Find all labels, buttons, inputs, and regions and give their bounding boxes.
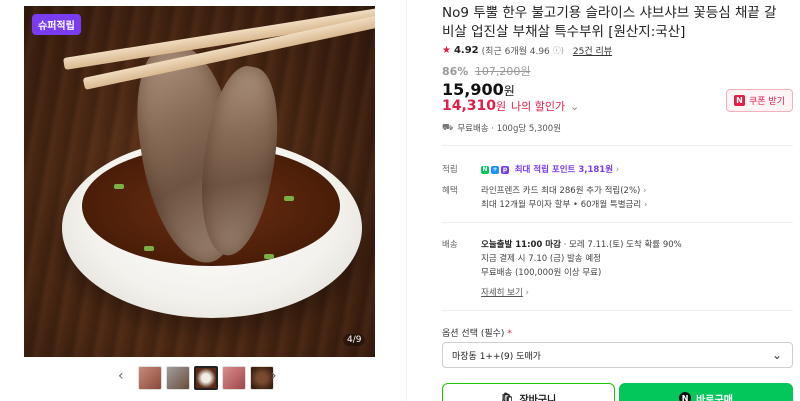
coupon-label: 쿠폰 받기 bbox=[749, 97, 785, 107]
thumbnail-4[interactable] bbox=[222, 366, 246, 390]
image-counter: 4/9 bbox=[343, 334, 366, 346]
option-label: 옵션 선택 (필수) * bbox=[442, 326, 512, 339]
shipping-label: 배송 bbox=[442, 240, 458, 250]
discount-row: 86% 107,200원 bbox=[442, 63, 530, 79]
truck-icon: ⛟ bbox=[442, 122, 454, 133]
star-icon: ★ bbox=[442, 45, 451, 56]
thumbnail-3[interactable] bbox=[194, 366, 218, 390]
chevron-right-icon: › bbox=[643, 200, 648, 210]
perk-card-row[interactable]: 라인프렌즈 카드 최대 286원 추가 적립(2%) › bbox=[481, 184, 646, 196]
option-label-text: 옵션 선택 (필수) bbox=[442, 329, 505, 339]
perk-card-text: 라인프렌즈 카드 최대 286원 추가 적립(2%) bbox=[481, 186, 641, 196]
delivery-text: 무료배송 · 100g당 5,300원 bbox=[457, 124, 562, 134]
naver-n-icon: N bbox=[734, 95, 745, 106]
next-arrow-icon[interactable]: › bbox=[271, 368, 277, 384]
shipping-details-link[interactable]: 자세히 보기 › bbox=[481, 286, 529, 298]
chevron-down-icon: ⌄ bbox=[570, 100, 580, 113]
garnish bbox=[144, 246, 154, 251]
chevron-down-icon: ⌄ bbox=[771, 348, 782, 362]
super-points-badge: 슈퍼적립 bbox=[32, 14, 81, 35]
my-price-label: 나의 할인가 bbox=[511, 100, 566, 113]
shipping-dispatch: 지금 결제 시 7.10 (금) 발송 예정 bbox=[481, 254, 601, 264]
product-page: 슈퍼적립 4/9 ‹ › No9 투뿔 한우 불고기용 슬라이스 샤브샤브 꽃등… bbox=[0, 0, 800, 401]
discount-rate: 86% bbox=[442, 65, 469, 78]
garnish bbox=[114, 184, 124, 189]
points-label: 적립 bbox=[442, 165, 458, 175]
info-icon[interactable]: ⓘ) bbox=[553, 45, 564, 56]
shipping-deadline: 오늘출발 11:00 마감 bbox=[481, 240, 561, 250]
points-row[interactable]: N + p 최대 적립 포인트 3,181원 › bbox=[481, 163, 619, 175]
npay-icon: N + p bbox=[481, 165, 509, 174]
option-select[interactable]: 마장동 1++(9) 도매가 ⌄ bbox=[442, 342, 793, 368]
product-main-image[interactable] bbox=[24, 6, 375, 357]
shipping-eta: 오늘출발 11:00 마감 · 모레 7.11.(토) 도착 확률 90% bbox=[481, 238, 682, 250]
original-price: 107,200원 bbox=[474, 65, 531, 78]
rating-row: ★ 4.92 (최근 6개월 4.96 ⓘ) 25건 리뷰 bbox=[442, 44, 612, 57]
product-title: No9 투뿔 한우 불고기용 슬라이스 샤브샤브 꽃등심 채끝 갈비살 업진살 … bbox=[442, 5, 777, 40]
rating-score: 4.92 bbox=[453, 45, 479, 56]
divider bbox=[442, 222, 793, 223]
points-text: 최대 적립 포인트 3,181원 bbox=[514, 165, 614, 175]
rating-note: (최근 6개월 4.96 bbox=[481, 47, 550, 57]
garnish bbox=[284, 196, 294, 201]
my-discount-price[interactable]: 14,310원 나의 할인가 ⌄ bbox=[442, 98, 579, 114]
my-price-value: 14,310 bbox=[442, 98, 497, 114]
buy-now-button[interactable]: N 바로구매 bbox=[619, 383, 793, 401]
price-unit: 원 bbox=[503, 84, 515, 98]
cart-button[interactable]: 🛍 장바구니 bbox=[442, 383, 615, 401]
shipping-free: 무료배송 (100,000원 이상 무료) bbox=[481, 268, 602, 278]
sale-price-value: 15,900 bbox=[442, 80, 504, 99]
buy-label: 바로구매 bbox=[696, 394, 733, 401]
review-link[interactable]: 25건 리뷰 bbox=[573, 44, 612, 57]
cart-label: 장바구니 bbox=[519, 394, 557, 401]
shipping-arrival: · 모레 7.11.(토) 도착 확률 90% bbox=[563, 240, 682, 250]
divider bbox=[442, 310, 793, 311]
my-price-unit: 원 bbox=[496, 100, 507, 113]
chevron-right-icon: › bbox=[615, 165, 620, 175]
delivery-info: ⛟ 무료배송 · 100g당 5,300원 bbox=[442, 122, 562, 135]
thumbnail-1[interactable] bbox=[138, 366, 162, 390]
option-selected-value: 마장동 1++(9) 도매가 bbox=[452, 351, 541, 362]
details-link-text: 자세히 보기 bbox=[481, 288, 523, 298]
perk-installment-text: 최대 12개월 무이자 할부 • 60개월 특별금리 bbox=[481, 200, 642, 210]
required-mark: * bbox=[507, 329, 512, 339]
divider bbox=[442, 145, 793, 146]
perks-label: 혜택 bbox=[442, 186, 458, 196]
column-divider bbox=[406, 0, 407, 401]
sale-price: 15,900원 bbox=[442, 80, 515, 99]
perk-installment-row[interactable]: 최대 12개월 무이자 할부 • 60개월 특별금리 › bbox=[481, 198, 647, 210]
shopping-bag-icon: 🛍 bbox=[500, 392, 514, 401]
naver-n-icon: N bbox=[679, 392, 692, 401]
thumbnail-strip bbox=[112, 366, 274, 390]
garnish bbox=[264, 254, 274, 259]
thumbnail-2[interactable] bbox=[166, 366, 190, 390]
chevron-right-icon: › bbox=[525, 288, 529, 298]
chevron-right-icon: › bbox=[643, 186, 647, 196]
coupon-button[interactable]: N 쿠폰 받기 bbox=[726, 89, 793, 112]
